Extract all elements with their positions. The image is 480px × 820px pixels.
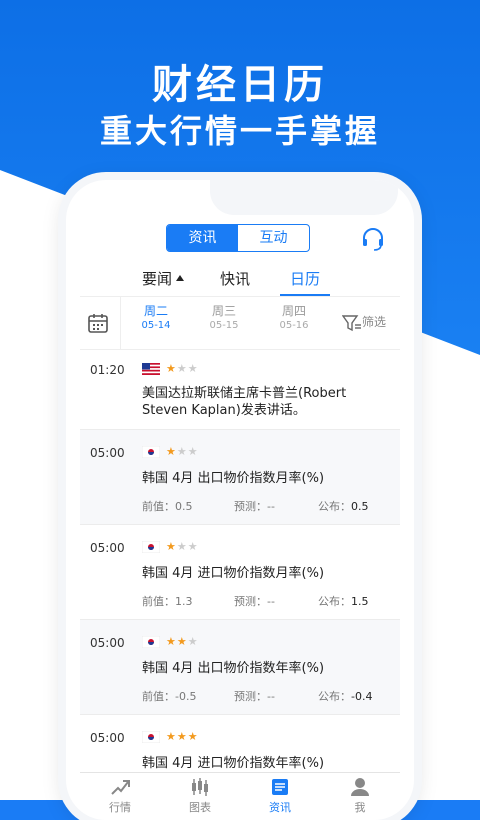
tab-headlines[interactable]: 要闻 bbox=[142, 262, 185, 296]
importance-stars: ★★★ bbox=[166, 730, 199, 743]
actual-label: 公布： bbox=[318, 500, 351, 513]
nav-market-label: 行情 bbox=[109, 801, 131, 814]
list-item[interactable]: 05:00 ★★★ 韩国 4月 进口物价指数月率(%) 前值：1.3 预测：--… bbox=[80, 525, 400, 620]
prev-label: 前值： bbox=[142, 500, 175, 513]
phone-frame: 资讯 互动 要闻 快讯 日历 周二 05-14 周三 05-15 周四 05-1… bbox=[66, 180, 414, 820]
event-time: 05:00 bbox=[90, 446, 125, 460]
user-icon bbox=[351, 778, 369, 796]
actual-value: -0.4 bbox=[351, 690, 373, 703]
date-week: 周三 bbox=[211, 304, 236, 318]
date-day: 05-16 bbox=[279, 320, 309, 331]
list-item[interactable]: 01:20 ★★★ 美国达拉斯联储主席卡普兰(Robert Steven Kap… bbox=[80, 349, 400, 430]
nav-chart[interactable]: 图表 bbox=[160, 773, 240, 817]
news-tabs: 要闻 快讯 日历 bbox=[80, 262, 400, 297]
nav-news-label: 资讯 bbox=[269, 801, 291, 814]
us-flag-icon bbox=[142, 363, 160, 375]
trend-arrow-icon bbox=[111, 780, 130, 795]
filter-button[interactable]: 筛选 bbox=[341, 313, 387, 332]
actual-value: 1.5 bbox=[351, 595, 369, 608]
date-thu[interactable]: 周四 05-16 bbox=[270, 303, 318, 333]
date-tue[interactable]: 周二 05-14 bbox=[132, 303, 180, 333]
hero-subtitle: 重大行情一手掌握 bbox=[99, 112, 380, 150]
nav-market[interactable]: 行情 bbox=[80, 773, 160, 817]
nav-news[interactable]: 资讯 bbox=[240, 773, 320, 817]
caret-up-icon bbox=[176, 275, 185, 281]
importance-stars: ★★★ bbox=[166, 362, 199, 375]
nav-me-label: 我 bbox=[354, 801, 366, 814]
importance-stars: ★★★ bbox=[166, 445, 199, 458]
importance-stars: ★★★ bbox=[166, 540, 199, 553]
filter-label: 筛选 bbox=[362, 315, 387, 329]
date-day: 05-14 bbox=[141, 320, 171, 331]
date-week: 周二 bbox=[143, 304, 168, 318]
forecast-label: 预测： bbox=[234, 595, 267, 608]
date-day: 05-15 bbox=[209, 320, 239, 331]
list-item[interactable]: 05:00 ★★★ 韩国 4月 出口物价指数年率(%) 前值：-0.5 预测：-… bbox=[80, 620, 400, 715]
event-time: 05:00 bbox=[90, 636, 125, 650]
candlestick-icon bbox=[192, 778, 208, 796]
forecast-value: -- bbox=[267, 500, 275, 513]
phone-notch bbox=[210, 180, 398, 215]
headset-icon[interactable] bbox=[360, 226, 386, 252]
filter-icon bbox=[341, 314, 361, 331]
event-title: 韩国 4月 进口物价指数年率(%) bbox=[142, 756, 325, 771]
kr-flag-icon bbox=[142, 731, 160, 743]
tab-headlines-label: 要闻 bbox=[142, 270, 173, 288]
nav-chart-label: 图表 bbox=[189, 801, 211, 814]
forecast-label: 预测： bbox=[234, 500, 267, 513]
event-title: 韩国 4月 进口物价指数月率(%) bbox=[142, 566, 325, 581]
kr-flag-icon bbox=[142, 446, 160, 458]
nav-me[interactable]: 我 bbox=[320, 773, 400, 817]
forecast-label: 预测： bbox=[234, 690, 267, 703]
actual-value: 0.5 bbox=[351, 500, 369, 513]
bottom-nav: 行情 图表 资讯 我 bbox=[80, 772, 400, 817]
prev-label: 前值： bbox=[142, 595, 175, 608]
event-title: 美国达拉斯联储主席卡普兰(Robert Steven Kaplan)发表讲话。 bbox=[142, 386, 347, 418]
forecast-value: -- bbox=[267, 595, 275, 608]
prev-value: 0.5 bbox=[175, 500, 193, 513]
prev-label: 前值： bbox=[142, 690, 175, 703]
divider bbox=[120, 297, 121, 349]
calendar-icon[interactable] bbox=[86, 311, 110, 335]
tab-flash[interactable]: 快讯 bbox=[220, 262, 250, 296]
segment-control: 资讯 互动 bbox=[166, 224, 310, 252]
kr-flag-icon bbox=[142, 541, 160, 553]
event-time: 05:00 bbox=[90, 731, 125, 745]
prev-value: -0.5 bbox=[175, 690, 197, 703]
date-wed[interactable]: 周三 05-15 bbox=[200, 303, 248, 333]
hero-title: 财经日历 bbox=[152, 62, 328, 108]
news-icon bbox=[272, 779, 288, 795]
event-title: 韩国 4月 出口物价指数年率(%) bbox=[142, 661, 325, 676]
event-title: 韩国 4月 出口物价指数月率(%) bbox=[142, 471, 325, 486]
tab-calendar[interactable]: 日历 bbox=[290, 262, 320, 296]
kr-flag-icon bbox=[142, 636, 160, 648]
importance-stars: ★★★ bbox=[166, 635, 199, 648]
prev-value: 1.3 bbox=[175, 595, 193, 608]
app-screen: 资讯 互动 要闻 快讯 日历 周二 05-14 周三 05-15 周四 05-1… bbox=[80, 216, 400, 817]
forecast-value: -- bbox=[267, 690, 275, 703]
date-strip: 周二 05-14 周三 05-15 周四 05-16 筛选 bbox=[80, 296, 400, 350]
actual-label: 公布： bbox=[318, 595, 351, 608]
event-list: 01:20 ★★★ 美国达拉斯联储主席卡普兰(Robert Steven Kap… bbox=[80, 349, 400, 785]
segment-news[interactable]: 资讯 bbox=[167, 225, 238, 251]
segment-interact[interactable]: 互动 bbox=[238, 225, 309, 251]
date-week: 周四 bbox=[281, 304, 306, 318]
event-time: 05:00 bbox=[90, 541, 125, 555]
actual-label: 公布： bbox=[318, 690, 351, 703]
event-time: 01:20 bbox=[90, 363, 125, 377]
list-item[interactable]: 05:00 ★★★ 韩国 4月 出口物价指数月率(%) 前值：0.5 预测：--… bbox=[80, 430, 400, 525]
